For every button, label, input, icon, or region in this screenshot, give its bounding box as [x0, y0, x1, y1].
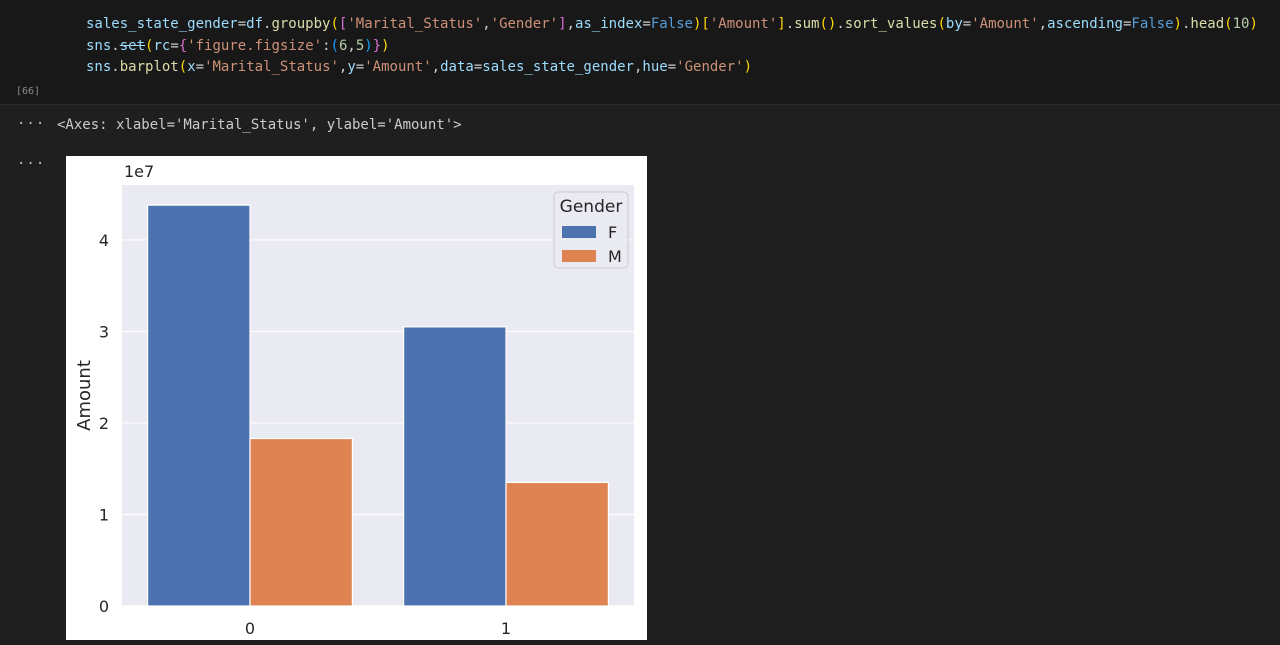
bar-F-0: [146, 204, 251, 607]
bar-M-0: [249, 437, 354, 607]
y-tick-label: 4: [99, 231, 109, 250]
code-line-3[interactable]: sns.barplot(x='Marital_Status',y='Amount…: [86, 57, 752, 77]
code-line-2[interactable]: sns.set(rc={'figure.figsize':(6,5)}): [86, 36, 390, 56]
y-axis-label: Amount: [74, 360, 95, 431]
code-cell[interactable]: sales_state_gender=df.groupby(['Marital_…: [0, 0, 1280, 105]
output-menu-icon[interactable]: ···: [17, 156, 45, 172]
y-tick-label: 3: [99, 322, 109, 341]
execution-count: [66]: [16, 86, 41, 97]
bar-chart-figure: 0 1 2 3 4 1e7 Amount 0 1 Gender F M: [66, 156, 647, 640]
legend-label-M: M: [608, 247, 622, 266]
legend-swatch-F: [562, 226, 596, 238]
y-tick-label: 2: [99, 414, 109, 433]
y-tick-label: 0: [99, 597, 109, 616]
output-menu-icon[interactable]: ···: [17, 116, 45, 132]
output-text: <Axes: xlabel='Marital_Status', ylabel='…: [57, 117, 462, 133]
x-tick-label: 0: [245, 619, 255, 638]
legend-title: Gender: [560, 197, 623, 217]
bar-chart: 0 1 2 3 4 1e7 Amount 0 1 Gender FM: [74, 162, 634, 638]
legend-label-F: F: [608, 223, 617, 242]
y-offset-label: 1e7: [124, 162, 154, 181]
y-tick-label: 1: [99, 505, 109, 524]
legend-swatch-M: [562, 250, 596, 262]
x-tick-label: 1: [501, 619, 511, 638]
bar-F-1: [403, 326, 507, 607]
code-line-1[interactable]: sales_state_gender=df.groupby(['Marital_…: [86, 14, 1258, 34]
bar-M-1: [505, 481, 610, 607]
